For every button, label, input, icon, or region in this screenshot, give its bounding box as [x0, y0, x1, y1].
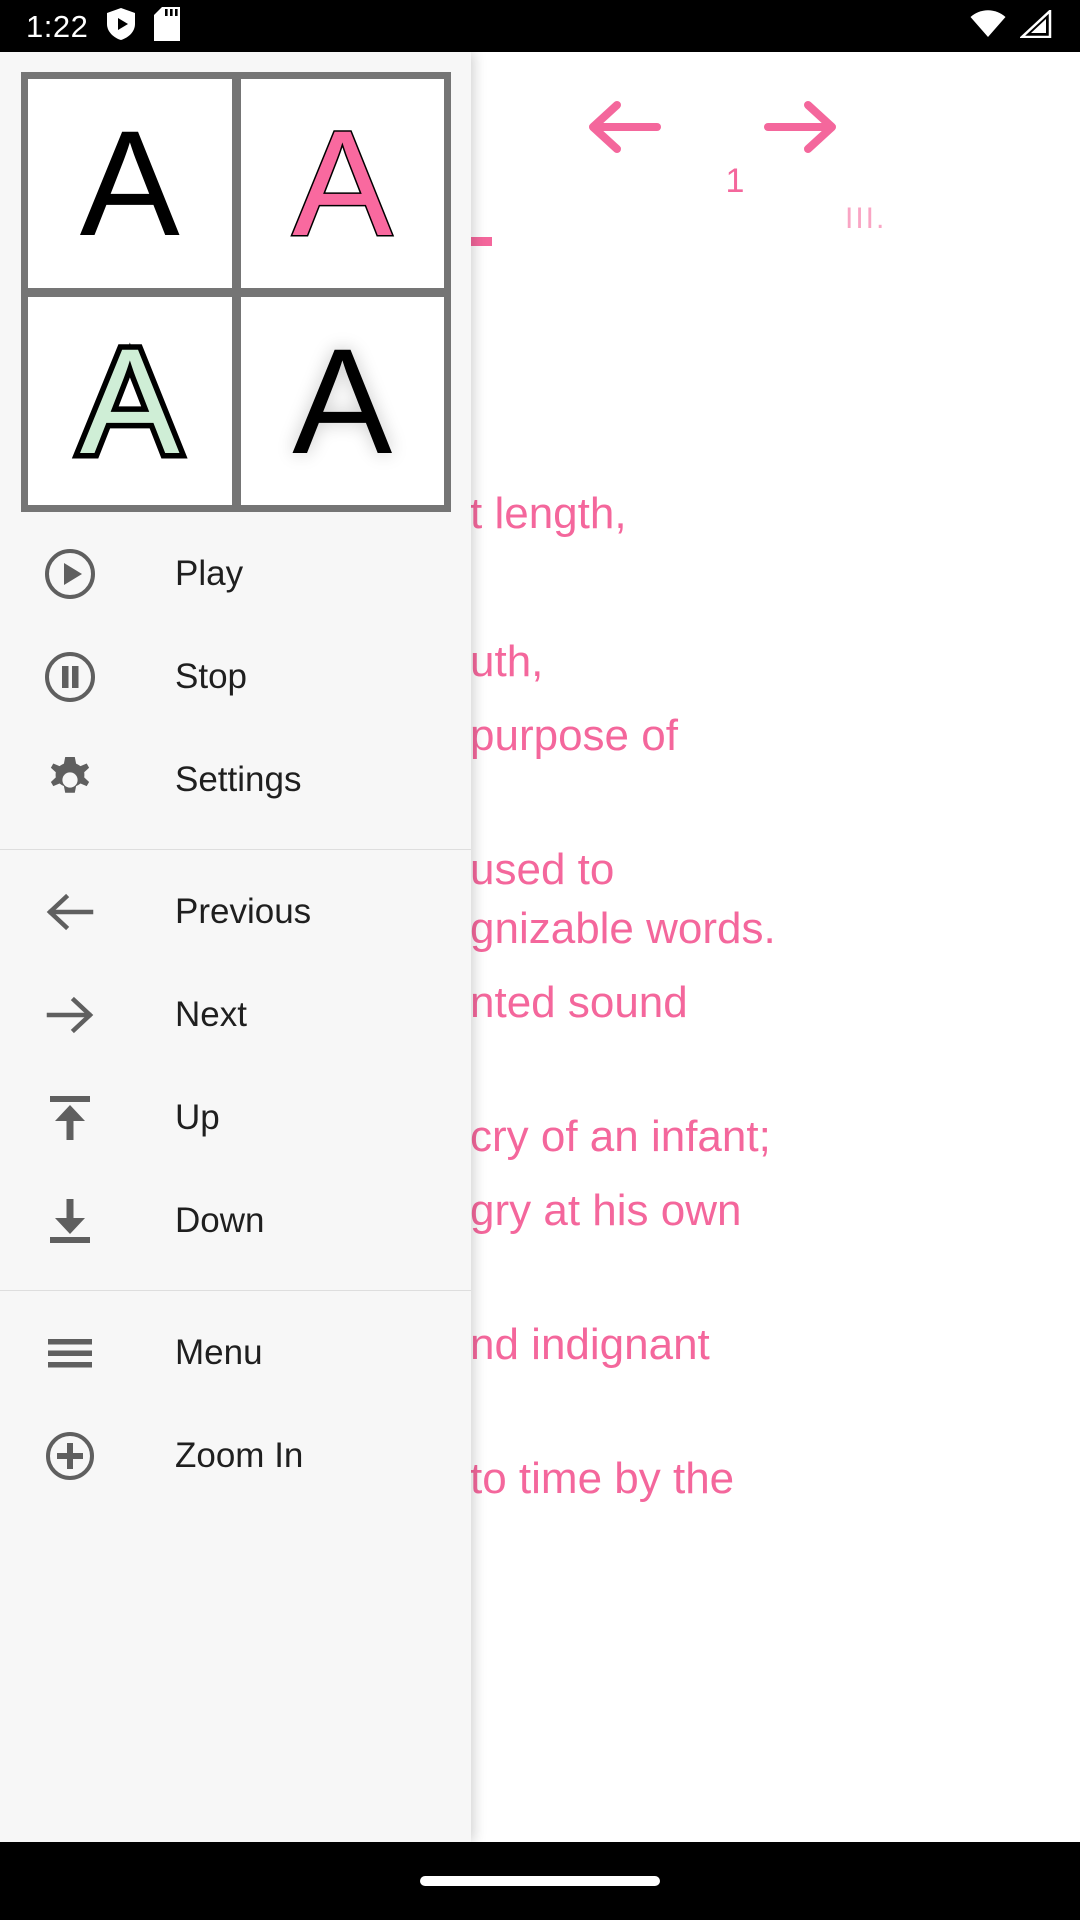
arrow-down-to-bar-icon [43, 1194, 97, 1248]
menu-item-label: Settings [175, 760, 302, 799]
menu-item-up[interactable]: Up [0, 1066, 471, 1169]
menu-divider [0, 1290, 471, 1291]
menu-item-previous[interactable]: Previous [0, 860, 471, 963]
wifi-icon [970, 9, 1006, 43]
menu-item-label: Stop [175, 657, 247, 696]
menu-item-label: Down [175, 1201, 265, 1240]
android-status-bar: 1:22 [0, 0, 1080, 52]
text-style-preset-grid[interactable]: AAAA [21, 72, 451, 512]
gear-icon [43, 753, 97, 807]
style-preset-green-outline[interactable]: A [28, 296, 232, 505]
arrow-up-to-bar-icon [43, 1091, 97, 1145]
arrow-right-icon [43, 988, 97, 1042]
page-next-arrow-icon[interactable] [762, 99, 840, 160]
menu-item-menu[interactable]: Menu [0, 1301, 471, 1404]
menu-item-label: Zoom In [175, 1436, 304, 1475]
menu-divider [0, 849, 471, 850]
zoom-in-icon [43, 1429, 97, 1483]
menu-item-zoom-in[interactable]: Zoom In [0, 1404, 471, 1507]
menu-item-next[interactable]: Next [0, 963, 471, 1066]
style-preset-pink-outline[interactable]: A [240, 79, 444, 288]
style-preset-letter: A [291, 99, 394, 268]
menu-item-down[interactable]: Down [0, 1169, 471, 1272]
status-bar-clock: 1:22 [26, 8, 89, 44]
home-gesture-pill[interactable] [420, 1876, 660, 1886]
cellular-signal-icon [1018, 7, 1052, 43]
status-bar-right-group [970, 7, 1052, 43]
menu-item-label: Menu [175, 1333, 263, 1372]
arrow-left-icon [43, 885, 97, 939]
style-preset-letter: A [79, 99, 180, 268]
menu-item-stop[interactable]: Stop [0, 625, 471, 728]
chapter-marker: III. [845, 202, 887, 235]
shield-play-icon [106, 7, 136, 46]
menu-item-settings[interactable]: Settings [0, 728, 471, 831]
style-preset-black-glow[interactable]: A [240, 296, 444, 505]
page-number: 1 [725, 162, 745, 200]
play-circle-icon [43, 547, 97, 601]
style-preset-letter: A [74, 316, 185, 485]
android-navigation-bar [0, 1842, 1080, 1920]
menu-item-label: Play [175, 554, 244, 593]
menu-item-label: Next [175, 995, 247, 1034]
menu-item-play[interactable]: Play [0, 522, 471, 625]
menu-item-label: Up [175, 1098, 220, 1137]
style-preset-plain-black[interactable]: A [28, 79, 232, 288]
navigation-drawer[interactable]: AAAA Play Stop Settings Previous Next Up… [0, 52, 471, 1842]
pause-circle-icon [43, 650, 97, 704]
text-fragment-dash [470, 237, 492, 246]
status-bar-left-group: 1:22 [26, 6, 181, 46]
page-previous-arrow-icon[interactable] [585, 99, 663, 160]
drawer-menu-list[interactable]: Play Stop Settings Previous Next Up Down… [0, 522, 471, 1507]
menu-item-label: Previous [175, 892, 312, 931]
style-preset-letter: A [292, 316, 393, 485]
hamburger-menu-icon [43, 1326, 97, 1380]
sd-card-icon [154, 6, 181, 46]
